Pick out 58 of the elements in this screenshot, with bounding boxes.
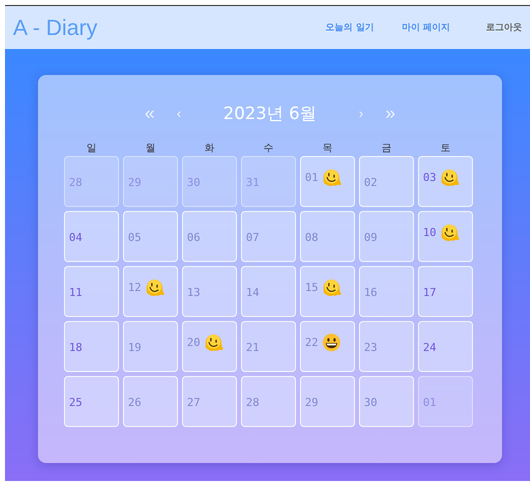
previous-year-button[interactable]: « (142, 102, 157, 124)
day-cell[interactable]: 11 (64, 266, 119, 317)
day-cell[interactable]: 08 (300, 211, 355, 262)
day-cell[interactable]: 05 (123, 211, 178, 262)
day-cell[interactable]: 26 (123, 376, 178, 427)
logo[interactable]: A - Diary (13, 14, 98, 40)
weekday-label: 금 (380, 142, 392, 153)
day-cell[interactable]: 01 (418, 376, 473, 427)
day-cell[interactable]: 03 (418, 156, 473, 207)
day-cell[interactable]: 15 (300, 266, 355, 317)
day-cell[interactable]: 28 (64, 156, 119, 207)
nav-link[interactable]: 마이 페이지 (402, 21, 450, 34)
day-cell[interactable]: 16 (359, 266, 414, 317)
weekday-label: 화 (204, 142, 216, 153)
grinning-face-icon (321, 332, 342, 353)
nav-link[interactable]: 오늘의 일기 (326, 21, 374, 34)
day-cell[interactable]: 25 (64, 376, 119, 427)
month-title: 2023년 6월 (223, 102, 317, 124)
weekday-label: 목 (322, 142, 334, 153)
previous-month-button[interactable]: ‹ (174, 105, 184, 121)
nav-link[interactable]: 로그아웃 (486, 21, 522, 34)
day-cell[interactable]: 12 (123, 266, 178, 317)
day-cell[interactable]: 14 (241, 266, 296, 317)
melting-face-icon (144, 277, 166, 298)
day-cell[interactable]: 07 (241, 211, 296, 262)
day-cell[interactable]: 10 (418, 211, 473, 262)
day-cell[interactable]: 04 (64, 211, 119, 262)
weekday-label: 토 (440, 142, 452, 153)
next-year-button[interactable]: » (383, 102, 398, 124)
day-cell[interactable]: 06 (182, 211, 237, 262)
day-cell[interactable]: 18 (64, 321, 119, 372)
day-cell[interactable]: 30 (359, 376, 414, 427)
day-cell[interactable]: 20 (182, 321, 237, 372)
weekday-label: 수 (262, 142, 274, 153)
day-cell[interactable]: 29 (123, 156, 178, 207)
day-cell[interactable]: 13 (182, 266, 237, 317)
day-cell[interactable]: 31 (241, 156, 296, 207)
melting-face-icon (439, 167, 460, 188)
melting-face-icon (321, 277, 342, 298)
melting-face-icon (203, 332, 224, 353)
day-cell[interactable]: 30 (182, 156, 237, 207)
day-cell[interactable]: 09 (359, 211, 414, 262)
weekday-label: 월 (144, 142, 156, 153)
day-cell[interactable]: 27 (182, 376, 237, 427)
day-cell[interactable]: 01 (300, 156, 355, 207)
day-cell[interactable]: 22 (300, 321, 355, 372)
next-month-button[interactable]: › (356, 105, 366, 121)
day-cell[interactable]: 23 (359, 321, 414, 372)
day-cell[interactable]: 19 (123, 321, 178, 372)
day-cell[interactable]: 29 (300, 376, 355, 427)
day-cell[interactable]: 21 (241, 321, 296, 372)
day-cell[interactable]: 17 (418, 266, 473, 317)
melting-face-icon (439, 222, 460, 243)
day-cell[interactable]: 24 (418, 321, 473, 372)
day-cell[interactable]: 28 (241, 376, 296, 427)
weekday-label: 일 (86, 142, 98, 153)
day-cell[interactable]: 02 (359, 156, 414, 207)
melting-face-icon (321, 167, 342, 188)
